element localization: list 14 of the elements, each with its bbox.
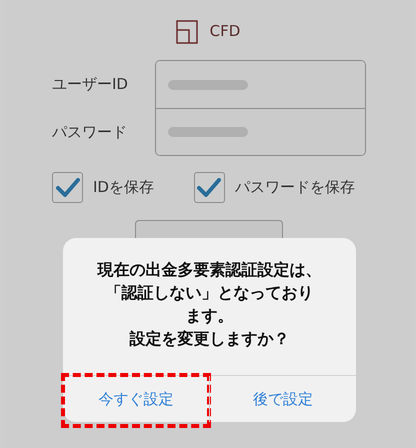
field-label: ユーザーID [52, 74, 128, 95]
logo-text: CFD [210, 21, 240, 42]
checkbox-label: パスワードを保存 [234, 177, 355, 198]
dialog-button[interactable]: 今すぐ設定 [63, 376, 209, 422]
checkbox[interactable] [194, 172, 225, 203]
checkbox-label: IDを保存 [93, 177, 154, 198]
alert-message: 現在の出金多要素認証設定は、 「認証しない」となっており ます。 設定を変更しますか？ [96, 259, 322, 350]
logo-icon [176, 20, 198, 44]
input-field[interactable] [156, 108, 365, 155]
checkmark-icon [56, 178, 80, 198]
field-label: パスワード [52, 122, 127, 143]
dialog-button[interactable]: 後で設定 [210, 376, 356, 422]
checkbox[interactable] [52, 172, 83, 203]
checkmark-icon [197, 178, 222, 198]
